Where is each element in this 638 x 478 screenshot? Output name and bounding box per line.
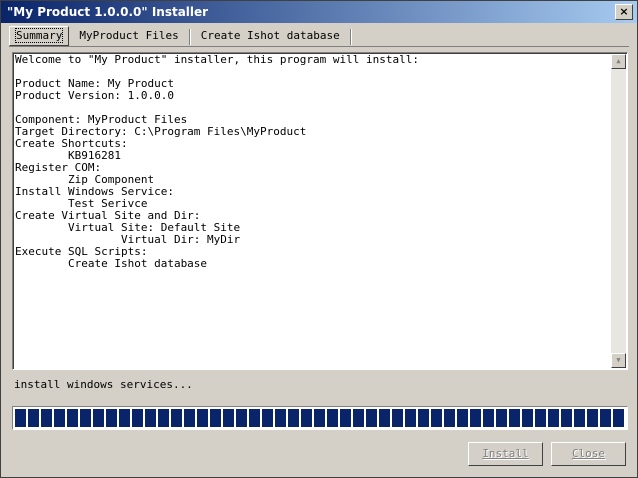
progress-block [288, 409, 299, 427]
progress-block [262, 409, 273, 427]
progress-block [561, 409, 572, 427]
installer-window: "My Product 1.0.0.0" Installer × Summary… [0, 0, 638, 478]
window-close-icon[interactable]: × [615, 4, 633, 20]
progress-block [301, 409, 312, 427]
progress-block [93, 409, 104, 427]
tab-create-ishot-database-label: Create Ishot database [200, 29, 340, 42]
tab-create-ishot-database[interactable]: Create Ishot database [191, 27, 350, 45]
close-button-label: Close [571, 447, 606, 460]
tab-divider-line [9, 46, 629, 47]
vertical-scrollbar[interactable]: ▲ ▼ [611, 54, 626, 368]
progress-block [249, 409, 260, 427]
progress-block [275, 409, 286, 427]
tab-myproduct-files[interactable]: MyProduct Files [69, 27, 188, 45]
progress-block [54, 409, 65, 427]
progress-block [522, 409, 533, 427]
progress-block [119, 409, 130, 427]
progress-block [28, 409, 39, 427]
tab-summary-label: Summary [14, 28, 64, 43]
progress-block [470, 409, 481, 427]
progress-block [223, 409, 234, 427]
progress-block [15, 409, 26, 427]
progress-block [600, 409, 611, 427]
progress-block [366, 409, 377, 427]
progress-block [444, 409, 455, 427]
tab-strip: Summary MyProduct Files Create Ishot dat… [9, 25, 352, 47]
summary-textbox[interactable]: Welcome to "My Product" installer, this … [12, 52, 628, 370]
progress-block [171, 409, 182, 427]
close-button[interactable]: Close [551, 442, 626, 466]
progress-block [132, 409, 143, 427]
progress-track [15, 409, 625, 427]
progress-block [236, 409, 247, 427]
progress-block [418, 409, 429, 427]
progress-block [41, 409, 52, 427]
progress-block [483, 409, 494, 427]
progress-block [587, 409, 598, 427]
progress-block [613, 409, 624, 427]
progress-block [158, 409, 169, 427]
progress-block [145, 409, 156, 427]
progress-block [80, 409, 91, 427]
progress-block [353, 409, 364, 427]
install-button-label: Install [482, 447, 529, 460]
tab-myproduct-files-label: MyProduct Files [79, 29, 179, 42]
progress-block [392, 409, 403, 427]
progress-block [210, 409, 221, 427]
progress-block [379, 409, 390, 427]
progress-block [340, 409, 351, 427]
progress-block [457, 409, 468, 427]
tab-summary[interactable]: Summary [9, 26, 70, 46]
progress-block [184, 409, 195, 427]
progress-block [431, 409, 442, 427]
progress-bar [12, 406, 628, 430]
progress-block [509, 409, 520, 427]
progress-fill [15, 409, 625, 427]
progress-block [106, 409, 117, 427]
title-bar[interactable]: "My Product 1.0.0.0" Installer × [1, 1, 637, 23]
window-title: "My Product 1.0.0.0" Installer [7, 5, 209, 19]
progress-block [405, 409, 416, 427]
progress-block [197, 409, 208, 427]
scroll-up-icon[interactable]: ▲ [611, 54, 626, 69]
install-button[interactable]: Install [468, 442, 543, 466]
progress-block [67, 409, 78, 427]
tab-separator [349, 29, 352, 45]
progress-block [535, 409, 546, 427]
summary-text: Welcome to "My Product" installer, this … [15, 54, 419, 270]
progress-block [548, 409, 559, 427]
status-text: install windows services... [14, 378, 193, 391]
progress-block [496, 409, 507, 427]
scroll-down-icon[interactable]: ▼ [611, 353, 626, 368]
progress-block [327, 409, 338, 427]
progress-block [574, 409, 585, 427]
progress-block [314, 409, 325, 427]
